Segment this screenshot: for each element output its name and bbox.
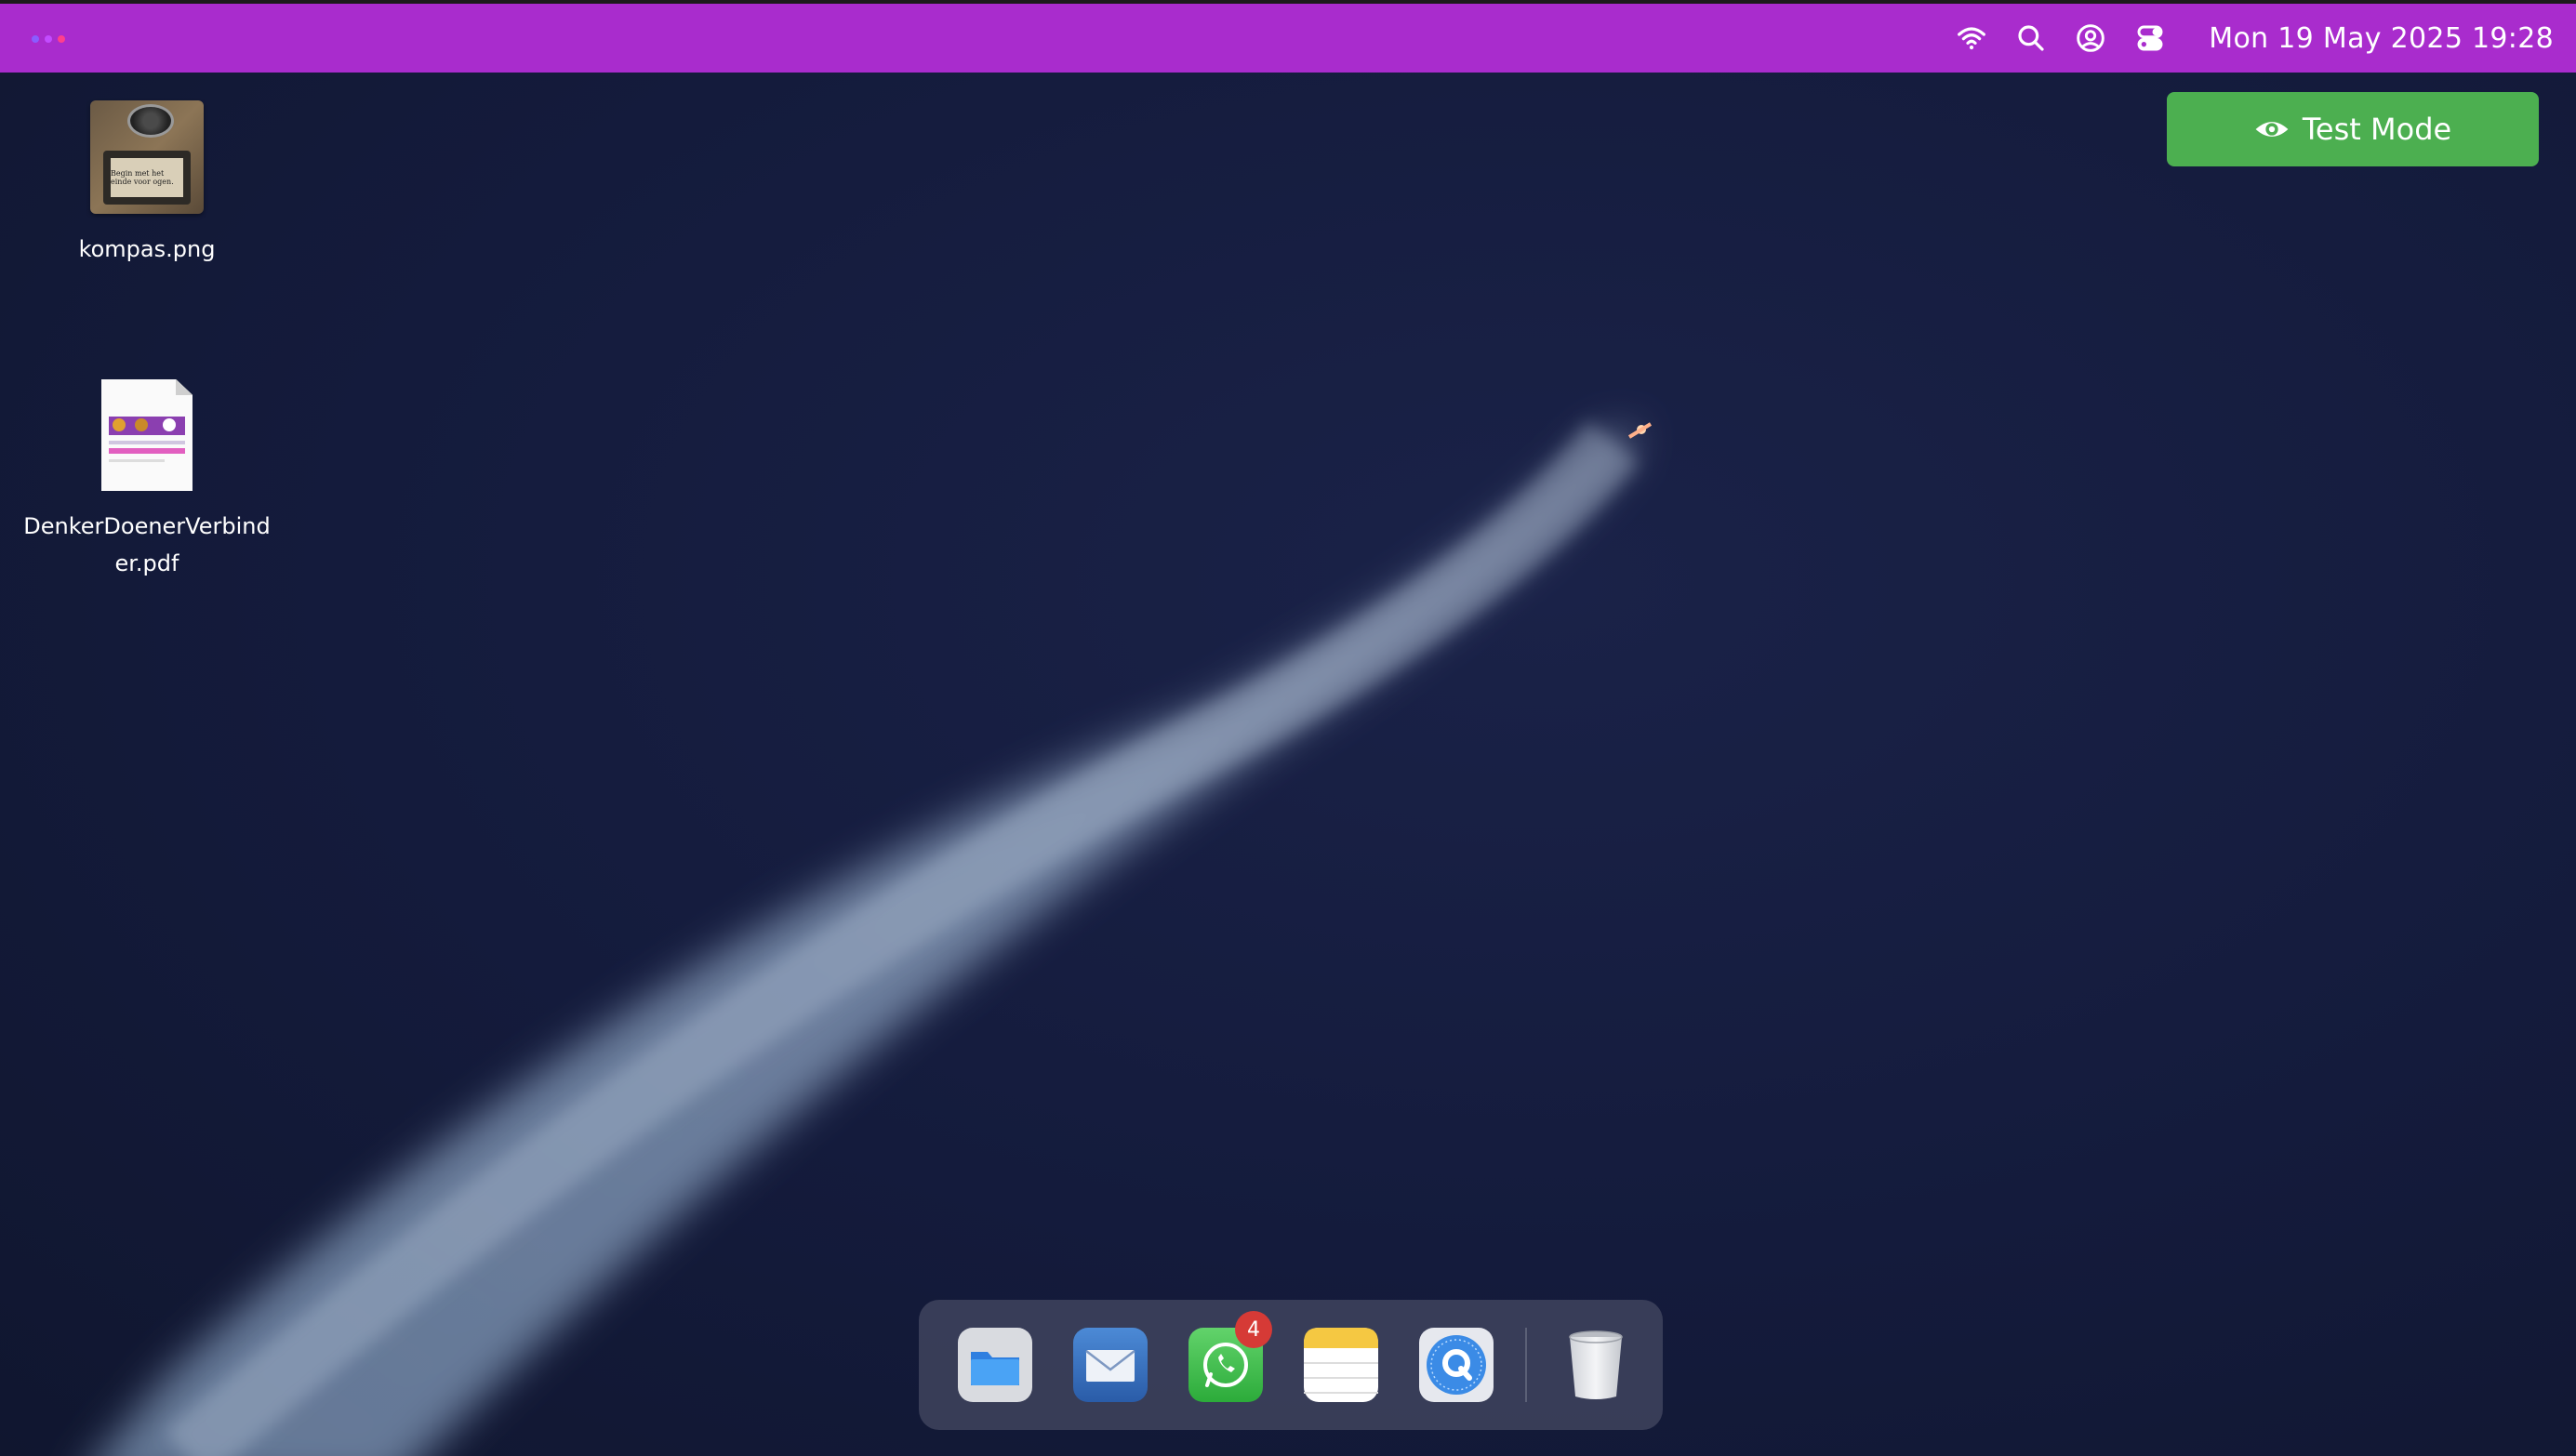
eye-icon bbox=[2255, 122, 2289, 137]
notes-icon bbox=[1304, 1328, 1378, 1402]
dock-separator bbox=[1525, 1328, 1527, 1402]
desktop-file-kompas[interactable]: Begin met het einde voor ogen. kompas.pn… bbox=[17, 100, 277, 268]
dock-app-trash[interactable] bbox=[1559, 1328, 1633, 1402]
toggle-icon[interactable] bbox=[2134, 22, 2166, 54]
clock[interactable]: Mon 19 May 2025 19:28 bbox=[2209, 22, 2554, 55]
pdf-document-icon bbox=[101, 379, 193, 491]
search-icon[interactable] bbox=[2015, 22, 2047, 54]
logo-icon[interactable] bbox=[28, 32, 80, 46]
folder-icon bbox=[958, 1328, 1032, 1402]
trash-icon bbox=[1569, 1330, 1623, 1399]
desktop-file-label: DenkerDoenerVerbinder.pdf bbox=[23, 513, 271, 576]
top-menu-bar: Mon 19 May 2025 19:28 bbox=[0, 0, 2576, 73]
mail-icon bbox=[1073, 1328, 1148, 1402]
image-thumbnail-icon: Begin met het einde voor ogen. bbox=[90, 100, 204, 214]
test-mode-label: Test Mode bbox=[2302, 112, 2452, 147]
thumbnail-text: Begin met het einde voor ogen. bbox=[111, 158, 183, 197]
q-badge-icon bbox=[1419, 1328, 1494, 1402]
wallpaper bbox=[100, 421, 1653, 1456]
dock: 4 bbox=[919, 1300, 1663, 1430]
dock-app-files[interactable] bbox=[958, 1328, 1032, 1402]
dock-app-mail[interactable] bbox=[1073, 1328, 1148, 1402]
dock-app-quiz[interactable] bbox=[1419, 1328, 1494, 1402]
user-icon[interactable] bbox=[2075, 22, 2106, 54]
test-mode-button[interactable]: Test Mode bbox=[2167, 92, 2539, 166]
wifi-icon[interactable] bbox=[1956, 22, 1987, 54]
notification-badge: 4 bbox=[1235, 1311, 1272, 1348]
desktop-file-pdf[interactable]: DenkerDoenerVerbinder.pdf bbox=[17, 379, 277, 582]
dock-app-whatsapp[interactable]: 4 bbox=[1188, 1311, 1272, 1402]
dock-app-notes[interactable] bbox=[1304, 1328, 1378, 1402]
desktop-file-label: kompas.png bbox=[78, 236, 216, 262]
